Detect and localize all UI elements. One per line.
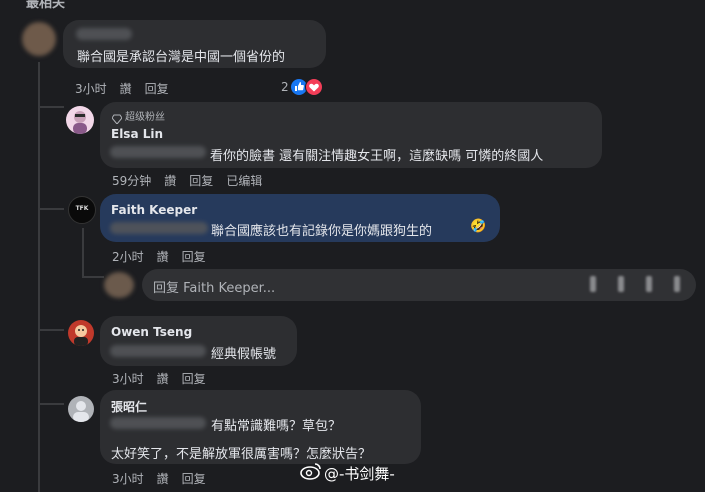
watermark-text: @-书剑舞- [324, 465, 395, 483]
weibo-icon [300, 462, 322, 484]
comment-actions-1: 3小时讚回复 [75, 80, 182, 97]
comment-actions-3: 2小时讚回复 [112, 248, 219, 265]
reply-button[interactable]: 回复 [145, 82, 169, 96]
thread-line-sub [82, 228, 84, 278]
reply-placeholder: 回复 Faith Keeper... [153, 281, 276, 296]
composer-icon-3[interactable] [646, 276, 652, 292]
sort-label[interactable]: 最相关 [26, 0, 65, 11]
comment-actions-5: 3小时讚回复 [112, 470, 219, 487]
fan-badge: 超级粉丝 [125, 112, 165, 123]
comment-text-3: 聯合國應該也有記錄你是你媽跟狗生的 [211, 224, 433, 239]
laughing-emoji: 🤣 [470, 219, 487, 234]
avatar[interactable] [22, 22, 56, 56]
redacted-mention [110, 222, 208, 234]
comment-time: 3小时 [112, 372, 144, 386]
thread-connector-2 [38, 208, 64, 210]
avatar[interactable] [68, 396, 94, 422]
commenter-name[interactable]: Elsa Lin [111, 127, 163, 141]
reply-button[interactable]: 回复 [182, 372, 206, 386]
thread-connector-3 [38, 329, 64, 331]
comment-time: 59分钟 [112, 174, 152, 188]
avatar[interactable] [66, 106, 94, 134]
comment-actions-4: 3小时讚回复 [112, 370, 219, 387]
diamond-icon [111, 109, 123, 128]
like-button[interactable]: 讚 [157, 472, 169, 486]
comment-time: 3小时 [112, 472, 144, 486]
edited-label: 已编辑 [226, 174, 263, 188]
reaction-count[interactable]: 2 [281, 80, 289, 94]
avatar-label: TFK [75, 205, 89, 212]
redacted-mention [110, 345, 206, 357]
commenter-name[interactable]: 張昭仁 [111, 398, 147, 415]
like-button[interactable]: 讚 [164, 174, 176, 188]
comment-text-4: 經典假帳號 [211, 347, 277, 362]
like-button[interactable]: 讚 [120, 82, 132, 96]
comment-actions-2: 59分钟讚回复 已编辑 [112, 172, 275, 189]
thread-connector-1 [38, 106, 64, 108]
redacted-mention [110, 417, 206, 429]
comment-text-2: 看你的臉書 還有關注情趣女王啊，這麼缺嗎 可憐的終國人 [210, 149, 544, 164]
like-button[interactable]: 讚 [157, 372, 169, 386]
comment-time: 3小时 [75, 82, 107, 96]
thread-connector-4 [38, 403, 64, 405]
avatar[interactable]: TFK [68, 196, 96, 224]
thread-connector-sub [82, 276, 104, 278]
comment-text-5-line2: 太好笑了，不是解放軍很厲害嗎？怎麼狀告？ [111, 447, 372, 462]
reply-button[interactable]: 回复 [182, 472, 206, 486]
composer-icons [590, 275, 686, 293]
commenter-name[interactable]: Owen Tseng [111, 325, 192, 339]
comment-text-1: 聯合國是承認台灣是中國一個省份的 [77, 50, 286, 65]
redacted-name [76, 28, 132, 40]
love-reaction-icon [305, 78, 323, 96]
composer-icon-4[interactable] [674, 276, 680, 292]
thread-line-main [38, 62, 40, 492]
comment-time: 2小时 [112, 250, 144, 264]
avatar[interactable] [68, 320, 94, 346]
comment-text-5-line1: 有點常識難嗎？草包？ [211, 419, 342, 434]
reply-button[interactable]: 回复 [182, 250, 206, 264]
composer-icon-2[interactable] [618, 276, 624, 292]
reply-button[interactable]: 回复 [189, 174, 213, 188]
like-button[interactable]: 讚 [157, 250, 169, 264]
composer-icon-1[interactable] [590, 276, 596, 292]
avatar [104, 272, 134, 298]
redacted-mention [110, 146, 206, 158]
commenter-name[interactable]: Faith Keeper [111, 203, 197, 217]
